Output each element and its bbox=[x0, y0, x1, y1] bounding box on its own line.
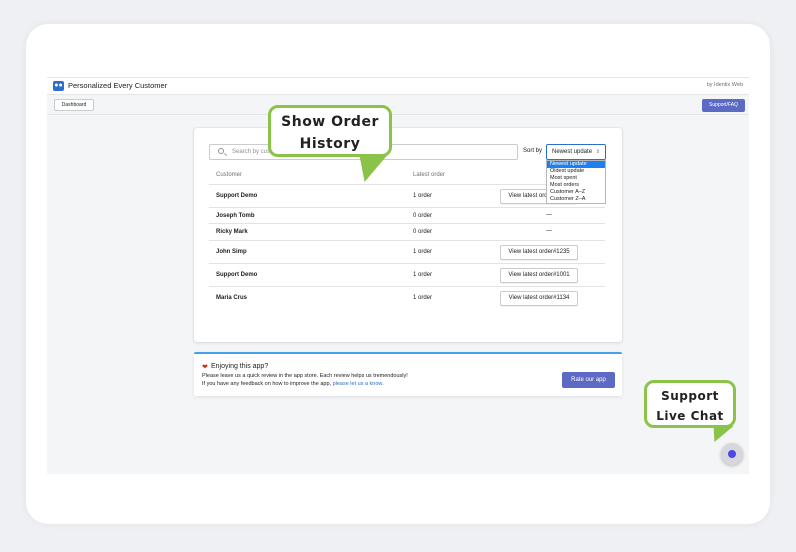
customer-name: Maria Crus bbox=[216, 295, 248, 301]
developer-credit: by Identix Web bbox=[706, 82, 743, 88]
review-message: Please leave us a quick review in the ap… bbox=[202, 373, 408, 379]
feedback-message: If you have any feedback on how to impro… bbox=[202, 381, 384, 387]
view-latest-order-button[interactable]: View latest order#1134 bbox=[500, 291, 578, 306]
support-live-chat-callout: Support Live Chat bbox=[644, 380, 736, 428]
column-header-latest-order: Latest order bbox=[413, 172, 446, 178]
sort-dropdown: Newest update Oldest update Most spent M… bbox=[546, 160, 606, 204]
sort-option[interactable]: Most spent bbox=[547, 175, 605, 182]
feedback-link[interactable]: please let us a know. bbox=[333, 381, 384, 387]
sort-select[interactable]: Newest update ⇕ bbox=[546, 144, 606, 160]
order-count: 0 order bbox=[413, 229, 433, 235]
callout-text: Show Order bbox=[281, 114, 379, 130]
order-count: 1 order bbox=[413, 272, 433, 278]
review-title: Enjoying this app? bbox=[211, 363, 269, 370]
sort-option[interactable]: Oldest update bbox=[547, 168, 605, 175]
chat-icon bbox=[728, 450, 736, 458]
review-banner: ❤ Enjoying this app? Please leave us a q… bbox=[194, 352, 622, 396]
search-placeholder: Search by cus bbox=[232, 149, 271, 155]
table-row: Support Demo 1 order View latest order#1… bbox=[209, 264, 605, 287]
order-count: 1 order bbox=[413, 295, 433, 301]
table-row: John Simp 1 order View latest order#1235 bbox=[209, 241, 605, 264]
nav-bar: Dashboard Support/FAQ bbox=[47, 95, 749, 115]
sort-selected-value: Newest update bbox=[552, 149, 593, 155]
order-count: 1 order bbox=[413, 193, 433, 199]
order-count: 0 order bbox=[413, 213, 433, 219]
show-order-history-callout: Show Order History bbox=[268, 105, 392, 157]
callout-text: Live Chat bbox=[656, 409, 724, 423]
search-icon bbox=[218, 148, 224, 154]
customer-name: Support Demo bbox=[216, 272, 258, 278]
sort-option[interactable]: Customer Z–A bbox=[547, 196, 605, 203]
people-icon: ●● bbox=[53, 81, 64, 91]
no-order-dash: — bbox=[546, 212, 552, 218]
sort-label: Sort by bbox=[523, 148, 543, 154]
app-header: ●● Personalized Every Customer by Identi… bbox=[47, 78, 749, 95]
order-count: 1 order bbox=[413, 249, 433, 255]
column-header-customer: Customer bbox=[216, 172, 243, 178]
dashboard-button[interactable]: Dashboard bbox=[54, 99, 94, 111]
feedback-text: If you have any feedback on how to impro… bbox=[202, 381, 332, 387]
support-faq-button[interactable]: Support/FAQ bbox=[702, 99, 745, 112]
sort-option[interactable]: Most orders bbox=[547, 182, 605, 189]
view-latest-order-button[interactable]: View latest order#1001 bbox=[500, 268, 578, 283]
table-row: Ricky Mark 0 order — bbox=[209, 224, 605, 241]
customer-name: Joseph Tomb bbox=[216, 213, 255, 219]
callout-text: Support bbox=[661, 389, 719, 403]
table-row: Joseph Tomb 0 order — bbox=[209, 208, 605, 224]
table-row: Maria Crus 1 order View latest order#113… bbox=[209, 287, 605, 310]
customer-name: Support Demo bbox=[216, 193, 258, 199]
customer-name: John Simp bbox=[216, 249, 247, 255]
customer-name: Ricky Mark bbox=[216, 229, 248, 235]
callout-text: History bbox=[299, 136, 361, 152]
view-latest-order-button[interactable]: View latest order#1235 bbox=[500, 245, 578, 260]
customers-card: Search by cus Sort by Newest update ⇕ Ne… bbox=[194, 128, 622, 342]
no-order-dash: — bbox=[546, 228, 552, 234]
app-title: Personalized Every Customer bbox=[68, 81, 168, 90]
heart-icon: ❤ bbox=[202, 364, 208, 371]
sort-option[interactable]: Newest update bbox=[547, 161, 605, 168]
chevron-updown-icon: ⇕ bbox=[595, 149, 600, 155]
live-chat-button[interactable] bbox=[721, 443, 743, 465]
sort-option[interactable]: Customer A–Z bbox=[547, 189, 605, 196]
rate-app-button[interactable]: Rate our app bbox=[562, 372, 615, 388]
